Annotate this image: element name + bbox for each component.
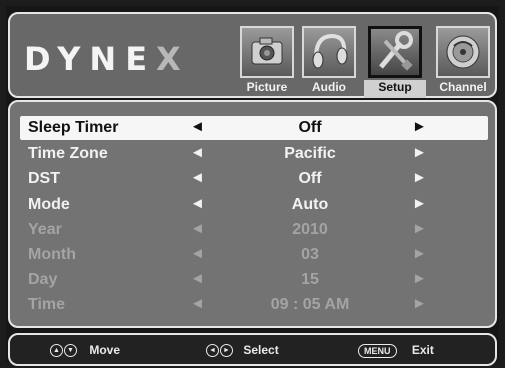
setup-menu: Sleep Timer ◄ Off ► Time Zone ◄ Pacific … xyxy=(8,100,497,328)
left-button-icon: ◄ xyxy=(206,344,219,358)
arrow-right-icon: ► xyxy=(412,220,427,237)
tab-label: Setup xyxy=(378,80,412,94)
osd-footer: ▲ ▼ Move ◄ ► Select MENU Exit xyxy=(8,333,497,366)
tab-picture[interactable]: Picture xyxy=(238,26,296,94)
tab-setup[interactable]: Setup xyxy=(364,26,426,98)
camera-icon xyxy=(240,26,294,78)
menu-item-dst[interactable]: DST ◄ Off ► xyxy=(20,167,488,191)
tab-label: Channel xyxy=(439,80,487,94)
hint-select: ◄ ► Select xyxy=(206,343,279,358)
tab-label: Picture xyxy=(246,80,288,94)
item-label: Year xyxy=(28,221,62,238)
headphones-icon xyxy=(302,26,356,78)
tools-icon xyxy=(368,26,422,78)
item-label: Time Zone xyxy=(28,145,108,162)
arrow-left-icon[interactable]: ◄ xyxy=(190,169,205,186)
osd-header: DYNEX Picture Audio Setup Channel xyxy=(8,12,497,98)
item-label: Day xyxy=(28,271,58,288)
menu-item-mode[interactable]: Mode ◄ Auto ► xyxy=(20,193,488,217)
item-value: 15 xyxy=(301,271,319,288)
arrow-left-icon: ◄ xyxy=(190,295,205,312)
arrow-right-icon[interactable]: ► xyxy=(412,195,427,212)
item-label: DST xyxy=(28,170,60,187)
item-label: Sleep Timer xyxy=(28,119,119,136)
hint-label: Move xyxy=(89,343,121,357)
menu-item-sleep-timer[interactable]: Sleep Timer ◄ Off ► xyxy=(20,116,488,140)
item-value: Off xyxy=(298,170,322,187)
menu-item-time: Time ◄ 09 : 05 AM ► xyxy=(20,293,488,317)
arrow-right-icon[interactable]: ► xyxy=(412,169,427,186)
hint-label: Exit xyxy=(411,343,434,357)
tab-audio[interactable]: Audio xyxy=(300,26,358,94)
arrow-right-icon: ► xyxy=(412,295,427,312)
tv-osd: DYNEX Picture Audio Setup Channel Sleep … xyxy=(6,6,499,366)
satellite-dish-icon xyxy=(436,26,490,78)
right-button-icon: ► xyxy=(220,344,233,358)
item-label: Month xyxy=(28,246,76,263)
hint-exit: MENU Exit xyxy=(358,343,434,358)
menu-item-month: Month ◄ 03 ► xyxy=(20,243,488,267)
menu-button-icon: MENU xyxy=(358,343,397,358)
dynex-logo: DYNEX xyxy=(24,40,190,78)
arrow-right-icon: ► xyxy=(412,245,427,262)
item-value: Off xyxy=(298,119,322,136)
down-button-icon: ▼ xyxy=(64,344,77,358)
arrow-left-icon: ◄ xyxy=(190,245,205,262)
item-value: 03 xyxy=(301,246,319,263)
arrow-left-icon[interactable]: ◄ xyxy=(190,195,205,212)
arrow-left-icon: ◄ xyxy=(190,220,205,237)
item-label: Mode xyxy=(28,196,70,213)
item-label: Time xyxy=(28,296,66,313)
item-value: 09 : 05 AM xyxy=(270,296,350,313)
tab-label: Audio xyxy=(312,80,346,94)
up-button-icon: ▲ xyxy=(50,344,63,358)
hint-label: Select xyxy=(243,343,279,357)
tab-channel[interactable]: Channel xyxy=(434,26,492,94)
arrow-right-icon[interactable]: ► xyxy=(412,144,427,161)
arrow-left-icon: ◄ xyxy=(190,270,205,287)
arrow-right-icon: ► xyxy=(412,270,427,287)
arrow-left-icon[interactable]: ◄ xyxy=(190,118,205,135)
arrow-left-icon[interactable]: ◄ xyxy=(190,144,205,161)
item-value: Auto xyxy=(291,196,329,213)
hint-move: ▲ ▼ Move xyxy=(50,343,121,358)
menu-item-year: Year ◄ 2010 ► xyxy=(20,218,488,242)
arrow-right-icon[interactable]: ► xyxy=(412,118,427,135)
item-value: Pacific xyxy=(284,145,336,162)
menu-item-time-zone[interactable]: Time Zone ◄ Pacific ► xyxy=(20,142,488,166)
item-value: 2010 xyxy=(292,221,328,238)
menu-item-day: Day ◄ 15 ► xyxy=(20,268,488,292)
